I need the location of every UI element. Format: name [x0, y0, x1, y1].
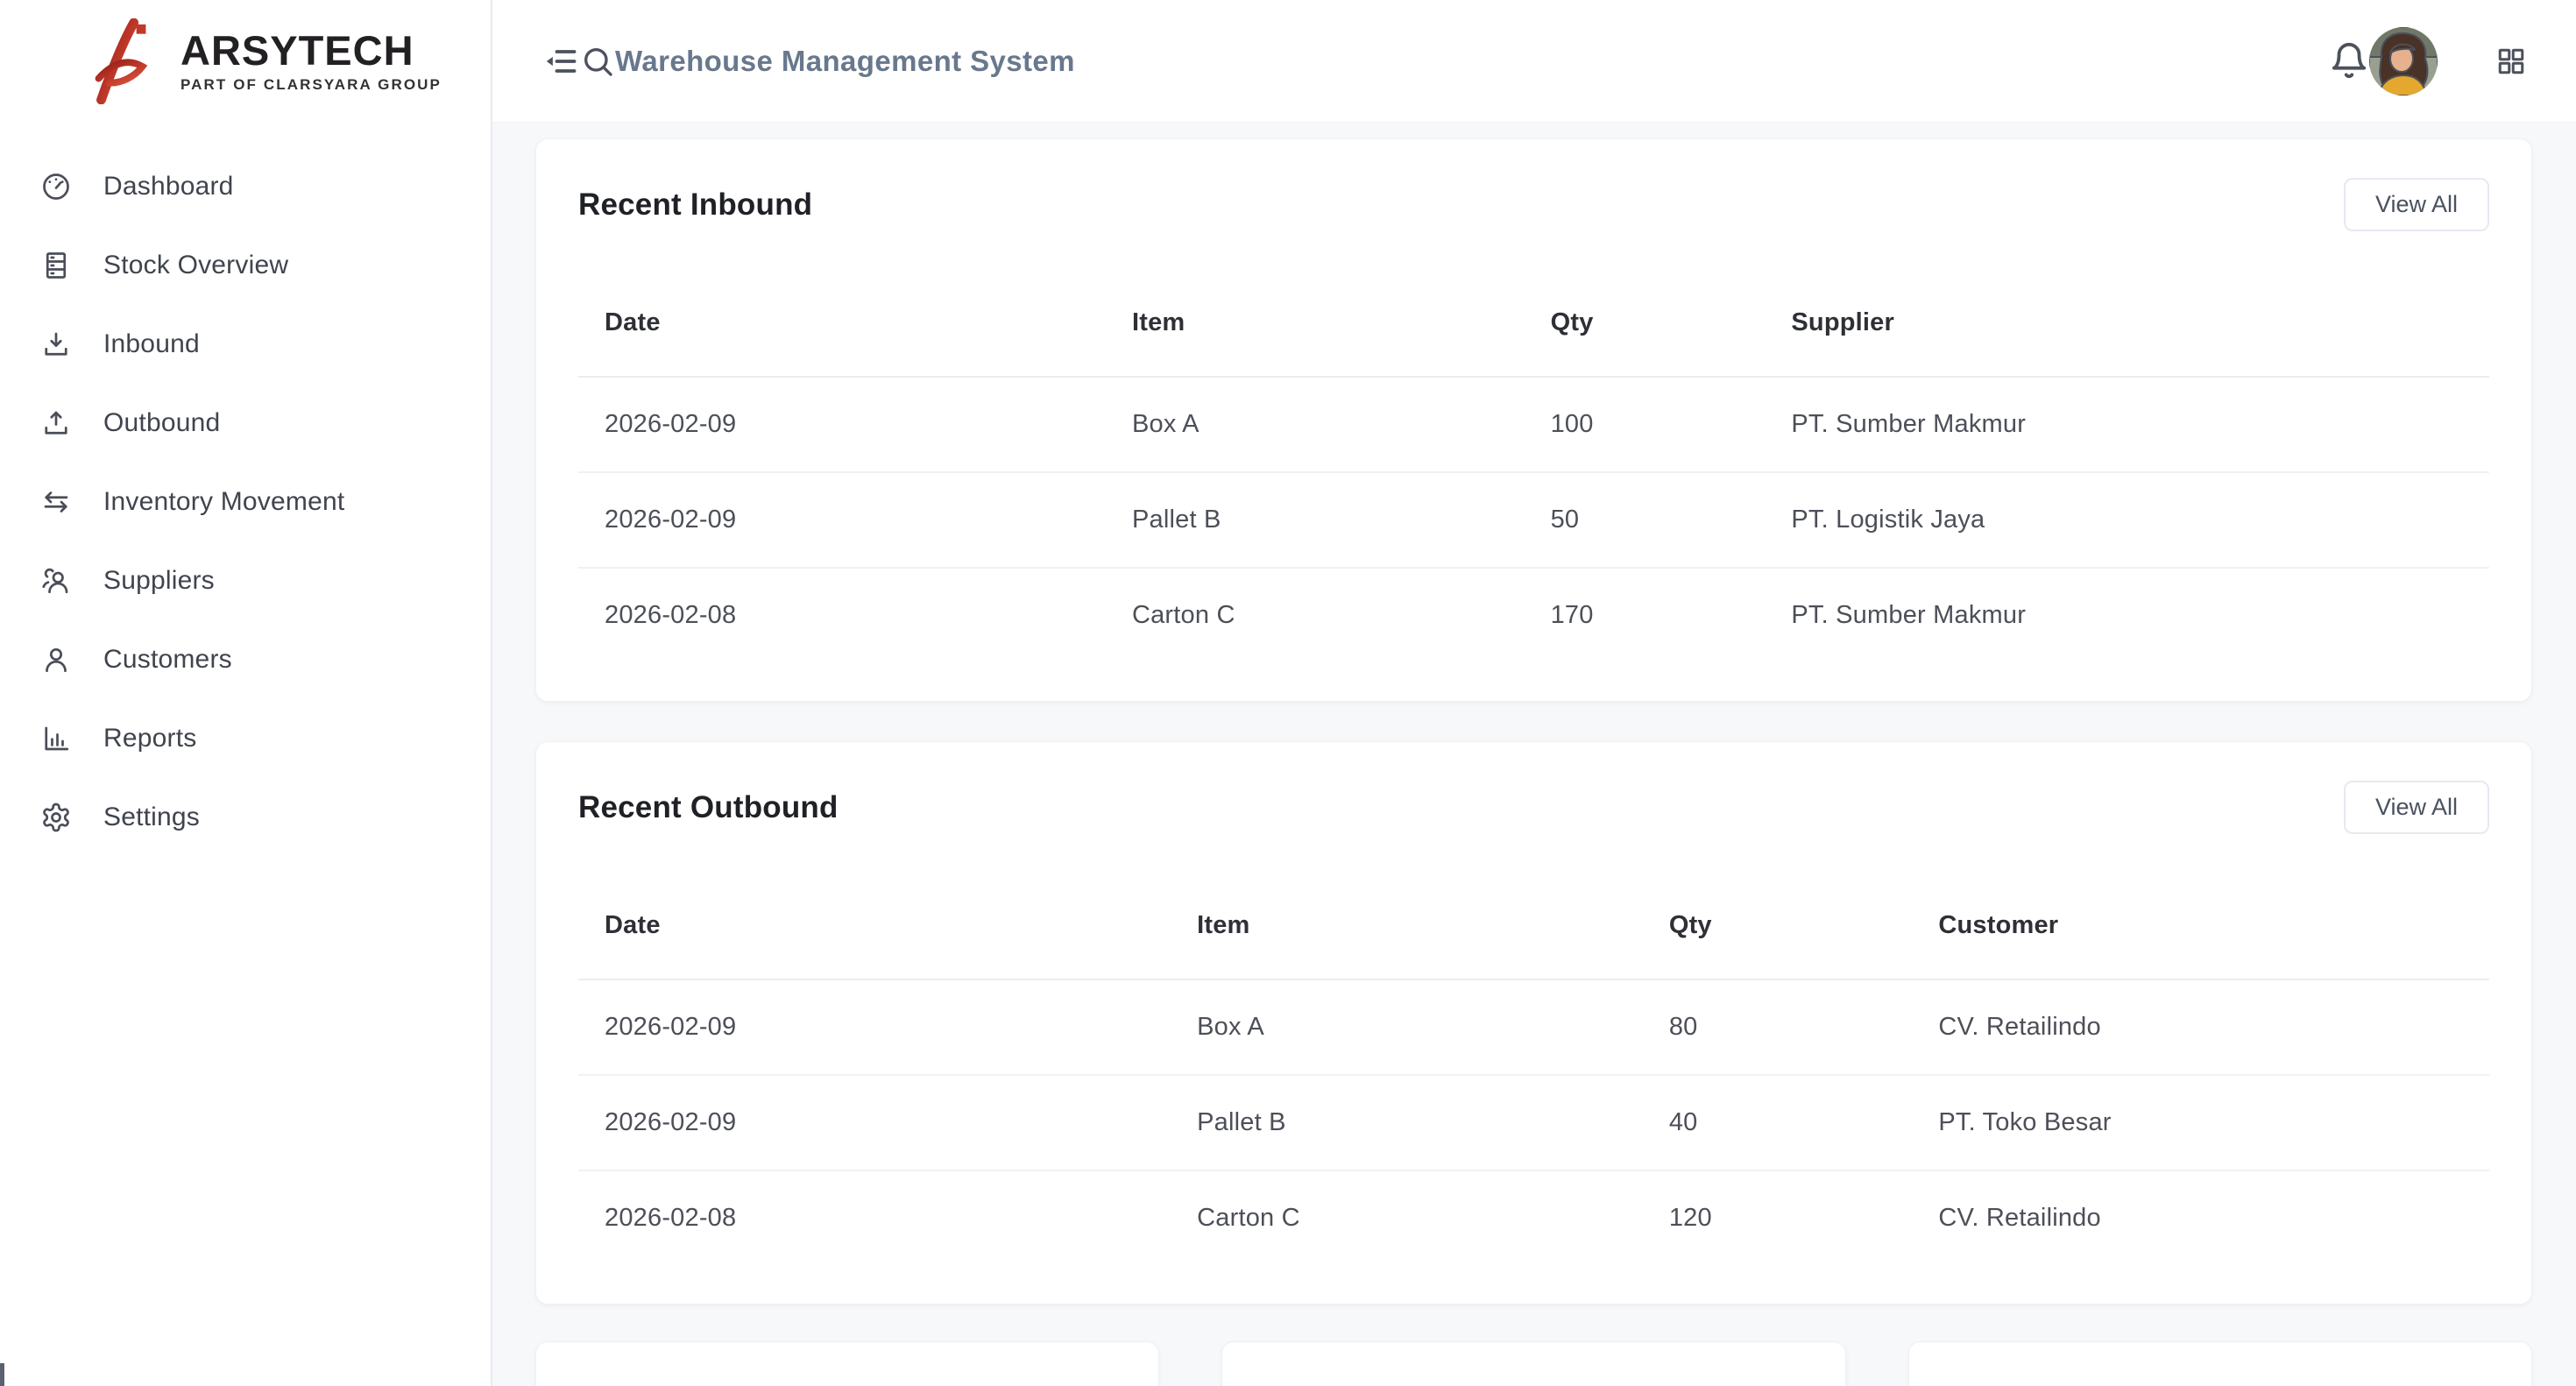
col-header-item: Item [1171, 881, 1643, 979]
view-all-outbound-button[interactable]: View All [2344, 781, 2489, 834]
stub-card [1221, 1341, 1845, 1386]
table-row: 2026-02-09 Pallet B 40 PT. Toko Besar [578, 1075, 2489, 1170]
cell-date: 2026-02-09 [578, 1075, 1171, 1170]
main-area: Warehouse Management System [492, 0, 2576, 1386]
stub-card [1908, 1341, 2532, 1386]
brand-tagline: PART OF CLARSYARA GROUP [180, 76, 442, 94]
recent-outbound-header: Recent Outbound View All [578, 781, 2489, 834]
cell-qty: 120 [1643, 1170, 1913, 1265]
sidebar-item-label: Dashboard [103, 172, 234, 202]
content-area: Recent Inbound View All Date Item Qty Su… [492, 123, 2576, 1386]
sidebar-item-customers[interactable]: Customers [0, 620, 491, 699]
cell-date: 2026-02-08 [578, 1170, 1171, 1265]
inbound-table: Date Item Qty Supplier 2026-02-09 Box A … [578, 279, 2489, 662]
cell-customer: CV. Retailindo [1912, 1170, 2489, 1265]
cell-item: Pallet B [1171, 1075, 1643, 1170]
apps-grid-icon[interactable] [2495, 46, 2527, 77]
recent-inbound-header: Recent Inbound View All [578, 178, 2489, 231]
cell-qty: 40 [1643, 1075, 1913, 1170]
table-row: 2026-02-09 Box A 80 CV. Retailindo [578, 979, 2489, 1075]
col-header-date: Date [578, 881, 1171, 979]
cell-customer: PT. Toko Besar [1912, 1075, 2489, 1170]
sidebar-item-label: Reports [103, 724, 196, 753]
cell-date: 2026-02-09 [578, 377, 1106, 472]
cell-date: 2026-02-08 [578, 568, 1106, 662]
sidebar-item-outbound[interactable]: Outbound [0, 384, 491, 463]
cell-supplier: PT. Sumber Makmur [1765, 377, 2489, 472]
sidebar-item-inventory-movement[interactable]: Inventory Movement [0, 463, 491, 541]
user-avatar[interactable] [2369, 27, 2438, 95]
scrollbar-fragment [0, 1363, 4, 1386]
cell-supplier: PT. Sumber Makmur [1765, 568, 2489, 662]
download-tray-icon [40, 329, 72, 360]
sidebar-item-stock-overview[interactable]: Stock Overview [0, 226, 491, 305]
col-header-qty: Qty [1525, 279, 1766, 377]
col-header-item: Item [1106, 279, 1525, 377]
sidebar-item-settings[interactable]: Settings [0, 778, 491, 857]
gear-icon [40, 802, 72, 833]
sidebar-item-dashboard[interactable]: Dashboard [0, 147, 491, 226]
bar-chart-icon [40, 723, 72, 754]
upload-tray-icon [40, 407, 72, 439]
stub-card [535, 1341, 1159, 1386]
recent-outbound-card: Recent Outbound View All Date Item Qty C… [535, 741, 2532, 1305]
col-header-qty: Qty [1643, 881, 1913, 979]
cell-date: 2026-02-09 [578, 979, 1171, 1075]
table-row: 2026-02-08 Carton C 170 PT. Sumber Makmu… [578, 568, 2489, 662]
gauge-icon [40, 171, 72, 202]
cell-date: 2026-02-09 [578, 472, 1106, 568]
cell-qty: 50 [1525, 472, 1766, 568]
table-header-row: Date Item Qty Supplier [578, 279, 2489, 377]
user-icon [40, 644, 72, 675]
table-row: 2026-02-09 Pallet B 50 PT. Logistik Jaya [578, 472, 2489, 568]
bell-icon[interactable] [2329, 41, 2369, 81]
cell-item: Box A [1171, 979, 1643, 1075]
outbound-table: Date Item Qty Customer 2026-02-09 Box A … [578, 881, 2489, 1265]
col-header-date: Date [578, 279, 1106, 377]
cell-qty: 170 [1525, 568, 1766, 662]
sidebar-item-label: Suppliers [103, 566, 215, 596]
view-all-inbound-button[interactable]: View All [2344, 178, 2489, 231]
stock-cabinet-icon [40, 250, 72, 281]
cell-supplier: PT. Logistik Jaya [1765, 472, 2489, 568]
brand-logo: ARSYTECH PART OF CLARSYARA GROUP [0, 0, 491, 123]
card-title: Recent Outbound [578, 790, 839, 825]
page-title: Warehouse Management System [615, 45, 1075, 78]
sidebar-item-label: Outbound [103, 408, 220, 438]
cell-item: Box A [1106, 377, 1525, 472]
cell-qty: 80 [1643, 979, 1913, 1075]
sidebar-nav: Dashboard Stock Overview Inbound Outboun… [0, 123, 491, 857]
sidebar-item-label: Stock Overview [103, 251, 288, 280]
arsytech-logo-icon [95, 18, 149, 104]
arrows-swap-icon [40, 486, 72, 518]
collapse-sidebar-icon[interactable] [541, 42, 580, 81]
sidebar-item-label: Inbound [103, 329, 200, 359]
sidebar-item-inbound[interactable]: Inbound [0, 305, 491, 384]
sidebar-item-label: Inventory Movement [103, 487, 344, 517]
table-row: 2026-02-09 Box A 100 PT. Sumber Makmur [578, 377, 2489, 472]
users-icon [40, 565, 72, 597]
cell-item: Carton C [1106, 568, 1525, 662]
sidebar-item-label: Settings [103, 803, 200, 832]
next-cards-row [535, 1341, 2532, 1386]
top-bar: Warehouse Management System [492, 0, 2576, 123]
table-row: 2026-02-08 Carton C 120 CV. Retailindo [578, 1170, 2489, 1265]
cell-customer: CV. Retailindo [1912, 979, 2489, 1075]
app-window: ARSYTECH PART OF CLARSYARA GROUP Dashboa… [0, 0, 2576, 1386]
brand-name: ARSYTECH [180, 29, 442, 72]
brand-text: ARSYTECH PART OF CLARSYARA GROUP [180, 29, 442, 93]
col-header-supplier: Supplier [1765, 279, 2489, 377]
cell-qty: 100 [1525, 377, 1766, 472]
sidebar: ARSYTECH PART OF CLARSYARA GROUP Dashboa… [0, 0, 492, 1386]
table-header-row: Date Item Qty Customer [578, 881, 2489, 979]
col-header-customer: Customer [1912, 881, 2489, 979]
sidebar-item-reports[interactable]: Reports [0, 699, 491, 778]
card-title: Recent Inbound [578, 187, 812, 223]
sidebar-item-suppliers[interactable]: Suppliers [0, 541, 491, 620]
sidebar-item-label: Customers [103, 645, 232, 675]
cell-item: Pallet B [1106, 472, 1525, 568]
search-icon[interactable] [580, 44, 615, 79]
recent-inbound-card: Recent Inbound View All Date Item Qty Su… [535, 138, 2532, 702]
cell-item: Carton C [1171, 1170, 1643, 1265]
